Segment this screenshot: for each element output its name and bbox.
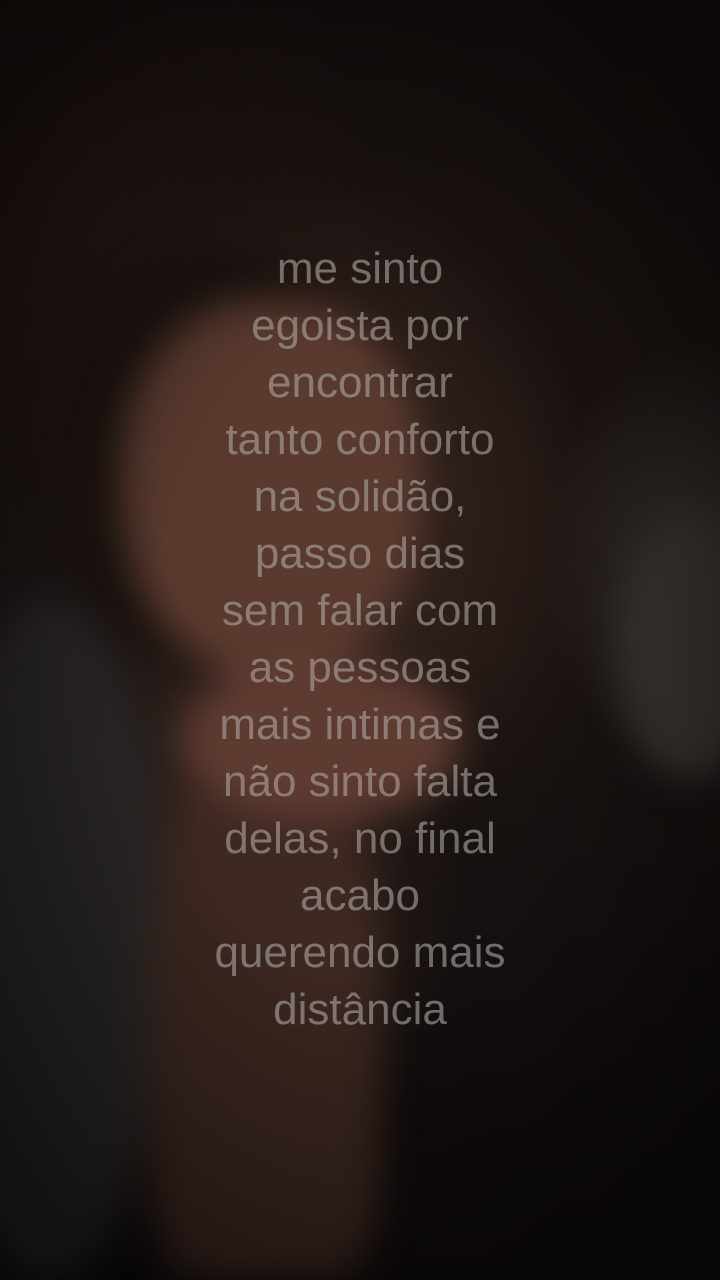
- caption-line: delas, no final: [224, 814, 496, 863]
- caption-line: passo dias: [254, 529, 466, 578]
- caption-line: acabo: [300, 871, 420, 920]
- caption-line: encontrar: [267, 358, 453, 407]
- caption-line: distância: [273, 985, 447, 1034]
- caption-line: me sinto: [276, 244, 444, 293]
- overlay-caption: me sinto egoista por encontrar tanto con…: [0, 240, 720, 1038]
- caption-line: as pessoas: [248, 643, 472, 692]
- photo-background: me sinto egoista por encontrar tanto con…: [0, 0, 720, 1280]
- caption-line: mais intimas e: [219, 700, 501, 749]
- caption-line: querendo mais: [214, 928, 506, 977]
- caption-line: não sinto falta: [223, 757, 497, 806]
- caption-line: sem falar com: [221, 586, 499, 635]
- caption-line: tanto conforto: [225, 415, 495, 464]
- caption-line: na solidão,: [253, 472, 467, 521]
- caption-line: egoista por: [251, 301, 469, 350]
